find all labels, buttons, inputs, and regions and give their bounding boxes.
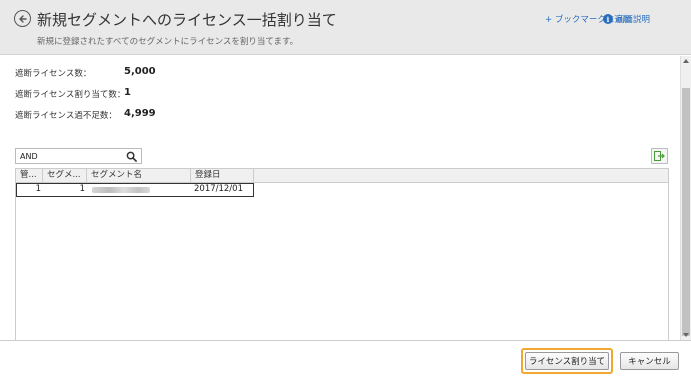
vertical-scrollbar[interactable] — [680, 56, 691, 340]
search-icon[interactable] — [126, 151, 137, 162]
footer: ライセンス割り当て キャンセル — [0, 340, 691, 379]
search-box — [15, 148, 142, 164]
info-icon: i — [603, 14, 613, 24]
segment-name-redacted — [92, 187, 150, 193]
blocked-license-balance-value: 4,999 — [124, 108, 156, 119]
segment-grid: 管... セグメ... セグメント名 登録日 1 1 2017/12/01 — [15, 168, 669, 340]
assign-license-button[interactable]: ライセンス割り当て — [525, 352, 609, 370]
cell-segment-id: 1 — [79, 184, 85, 194]
export-icon — [654, 151, 665, 161]
blocked-license-balance-label: 遮断ライセンス過不足数： — [15, 111, 117, 121]
scroll-down-arrow-icon[interactable] — [683, 333, 689, 337]
blocked-license-count-value: 5,000 — [124, 66, 156, 77]
column-header-segment-name[interactable]: セグメント名 — [87, 169, 191, 182]
help-link[interactable]: i 画面説明 — [603, 13, 650, 25]
grid-header: 管... セグメ... セグメント名 登録日 — [16, 169, 668, 183]
table-row[interactable]: 1 1 2017/12/01 — [16, 183, 254, 197]
page-header: 新規セグメントへのライセンス一括割り当て 新規に登録されたすべてのセグメントにラ… — [0, 0, 691, 55]
blocked-license-assigned-value: 1 — [124, 87, 131, 98]
back-button[interactable] — [14, 10, 31, 27]
page-title: 新規セグメントへのライセンス一括割り当て — [37, 11, 337, 29]
search-input[interactable] — [16, 149, 124, 163]
column-header-manage[interactable]: 管... — [16, 169, 43, 182]
column-header-registered-date[interactable]: 登録日 — [191, 169, 254, 182]
page-subtitle: 新規に登録されたすべてのセグメントにライセンスを割り当てます。 — [37, 37, 299, 47]
cell-registered-date: 2017/12/01 — [194, 184, 243, 194]
export-button[interactable] — [651, 148, 668, 164]
main-content: 遮断ライセンス数： 5,000 遮断ライセンス割り当て数： 1 遮断ライセンス過… — [0, 56, 680, 340]
back-arrow-icon — [18, 14, 27, 23]
scroll-up-arrow-icon[interactable] — [683, 59, 689, 63]
scrollbar-thumb[interactable] — [682, 88, 690, 336]
blocked-license-count-label: 遮断ライセンス数： — [15, 69, 92, 79]
column-header-segment-id[interactable]: セグメ... — [43, 169, 87, 182]
blocked-license-assigned-label: 遮断ライセンス割り当て数： — [15, 90, 126, 100]
cell-manage: 1 — [35, 184, 41, 194]
cancel-button[interactable]: キャンセル — [620, 352, 679, 370]
help-link-label: 画面説明 — [616, 15, 651, 25]
